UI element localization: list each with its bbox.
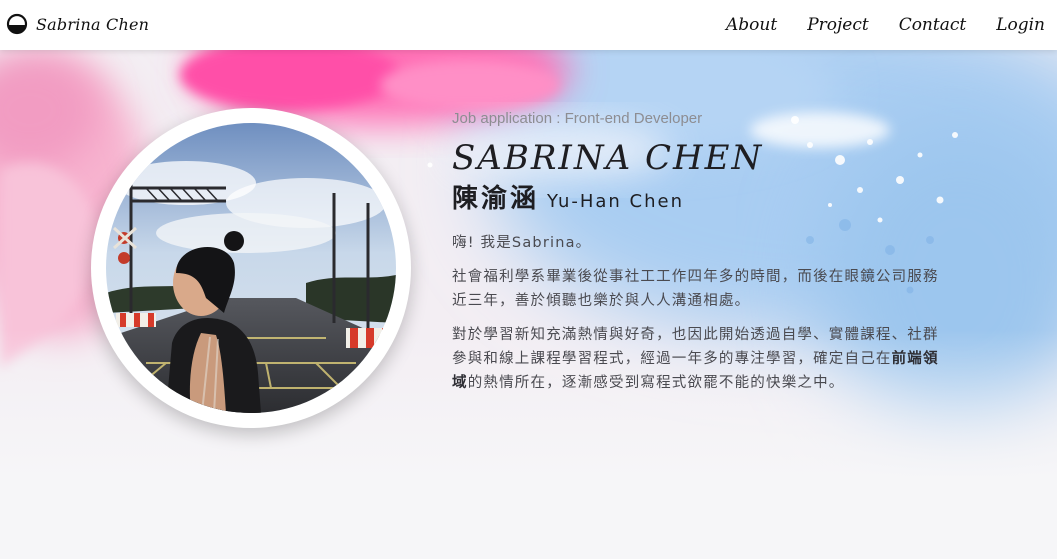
hero-section: Job application : Front-end Developer SA…: [0, 50, 1057, 559]
profile-photo-frame: [91, 108, 411, 428]
nav-link-contact[interactable]: Contact: [899, 15, 967, 35]
nav-link-project[interactable]: Project: [807, 15, 868, 35]
nav-link-about[interactable]: About: [726, 15, 777, 35]
navbar: Sabrina Chen About Project Contact Login: [0, 0, 1057, 50]
bio-learning-text-end: 的熱情所在，逐漸感受到寫程式欲罷不能的快樂之中。: [467, 375, 845, 391]
profile-photo: [106, 123, 396, 413]
english-name-heading: SABRINA CHEN: [452, 138, 764, 178]
intro-block: Job application : Front-end Developer SA…: [452, 108, 947, 395]
chinese-name: 陳渝涵: [452, 184, 540, 214]
greeting-text: 嗨! 我是Sabrina。: [452, 235, 592, 251]
romanized-name: Yu-Han Chen: [547, 191, 685, 212]
chinese-name-row: 陳渝涵 Yu-Han Chen: [452, 182, 947, 219]
bio-paragraph-learning: 對於學習新知充滿熱情與好奇，也因此開始透過自學、實體課程、社群參與和線上課程學習…: [452, 323, 947, 395]
half-moon-logo-icon: [6, 13, 28, 35]
bio-learning-text-start: 對於學習新知充滿熱情與好奇，也因此開始透過自學、實體課程、社群參與和線上課程學習…: [452, 327, 939, 367]
job-title: Job application : Front-end Developer: [452, 110, 703, 127]
bio-paragraph-work: 社會福利學系畢業後從事社工工作四年多的時間，而後在眼鏡公司服務近三年，善於傾聽也…: [452, 269, 939, 309]
page: Sabrina Chen About Project Contact Login: [0, 0, 1057, 559]
nav-link-login[interactable]: Login: [996, 15, 1045, 35]
brand-link[interactable]: Sabrina Chen: [6, 12, 149, 36]
brand-name: Sabrina Chen: [36, 14, 150, 34]
nav-links: About Project Contact Login: [696, 0, 1045, 50]
